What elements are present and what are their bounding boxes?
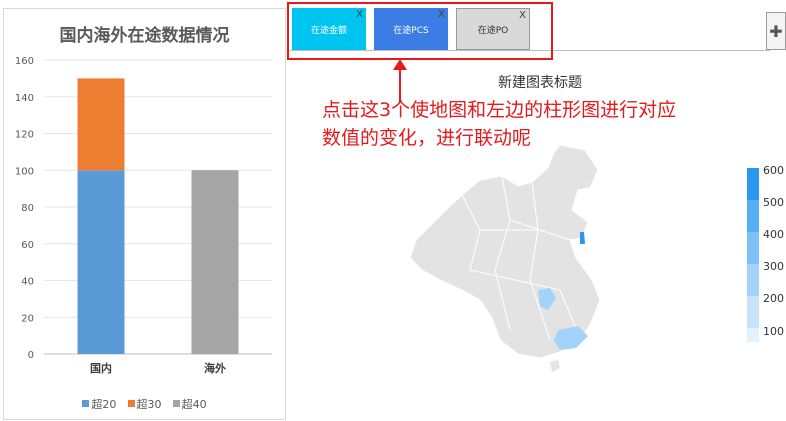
legend-item: 超20 [82, 396, 116, 412]
x-category-label: 国内 [90, 361, 112, 375]
map-mainland [410, 144, 601, 359]
bar-segment[interactable] [77, 170, 125, 354]
chart-panel: 国内海外在途数据情况 0 20 40 60 80 100 120 140 160 国内 海外 超20… [3, 8, 286, 420]
y-tick-label: 0 [28, 350, 34, 361]
y-tick-label: 140 [15, 93, 34, 104]
visual-map-label: 200 [763, 292, 784, 305]
y-tick-label: 120 [15, 130, 34, 141]
map-island [550, 360, 560, 372]
china-map[interactable] [410, 140, 610, 375]
y-tick-label: 100 [15, 166, 34, 177]
annotation-line: 点击这3个使地图和左边的柱形图进行对应 [322, 99, 677, 121]
add-button[interactable]: ✚ [766, 12, 786, 50]
map-region-highlight-north [580, 232, 585, 244]
highlight-box [287, 2, 553, 60]
legend-swatch [172, 400, 180, 407]
bar-segment[interactable] [77, 78, 125, 171]
map-title: 新建图表标题 [498, 75, 582, 91]
bar-chart: 0 20 40 60 80 100 120 140 160 国内 海外 [15, 56, 272, 375]
visual-map-label: 400 [763, 228, 784, 241]
visual-map-label: 100 [763, 325, 784, 338]
y-tick-label: 160 [15, 56, 34, 67]
visual-map-step[interactable] [747, 264, 759, 296]
legend-label: 超20 [91, 397, 117, 411]
legend-item: 超40 [172, 396, 207, 412]
chart-legend: 超20 超30 超40 [4, 392, 285, 412]
visual-map-step[interactable] [747, 328, 759, 342]
visual-map-step[interactable] [747, 296, 759, 328]
visual-map-label: 300 [763, 260, 784, 273]
legend-swatch [82, 400, 90, 407]
visual-map-step[interactable] [747, 232, 759, 264]
plus-icon: ✚ [769, 21, 783, 41]
y-tick-label: 60 [21, 240, 34, 251]
x-category-label: 海外 [204, 361, 226, 375]
visual-map-step[interactable] [747, 168, 759, 200]
visual-map-label: 600 [763, 164, 784, 177]
legend-label: 超40 [181, 397, 207, 411]
legend-label: 超30 [136, 397, 162, 411]
legend-item: 超30 [127, 396, 162, 412]
y-tick-label: 20 [21, 313, 34, 324]
legend-swatch [127, 400, 135, 407]
y-tick-label: 40 [21, 277, 34, 288]
visual-map-step[interactable] [747, 200, 759, 232]
bar-segment[interactable] [191, 170, 239, 354]
y-tick-label: 80 [21, 203, 34, 214]
visual-map-label: 500 [763, 196, 784, 209]
